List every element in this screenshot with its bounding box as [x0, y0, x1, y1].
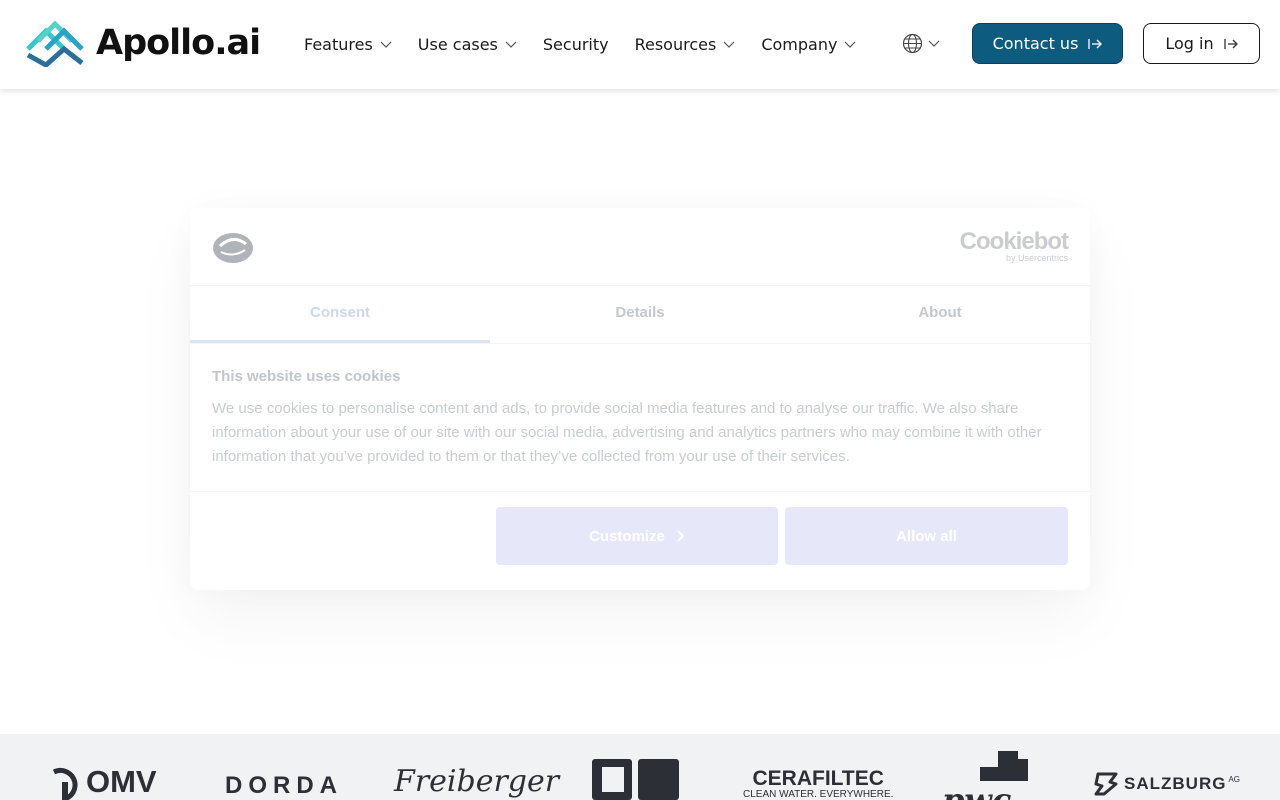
main-nav: Features Use cases Security Resources Co…	[304, 0, 882, 89]
chevron-down-icon	[723, 41, 735, 48]
chevron-down-icon	[380, 41, 392, 48]
globe-icon	[902, 33, 923, 54]
tab-consent[interactable]: Consent	[190, 286, 490, 343]
dialog-footer: Customize Allow all	[190, 492, 1090, 588]
nav-label: Security	[542, 35, 609, 54]
logo-dorda: DORDA	[225, 772, 343, 799]
chevron-down-icon	[928, 40, 940, 47]
dialog-body: This website uses cookies We use cookies…	[190, 344, 1090, 492]
cookiebot-name: Cookiebot	[959, 228, 1069, 255]
cookiebot-brand[interactable]: Cookiebot by Usercentrics	[959, 228, 1069, 264]
logo-cerafiltec: CERAFILTEC CLEAN WATER. EVERYWHERE.	[743, 767, 894, 800]
customize-label: Customize	[589, 527, 665, 545]
logo-freiberger: Freiberger	[394, 764, 560, 799]
cookie-consent-dialog: Cookiebot by Usercentrics Consent Detail…	[190, 208, 1090, 590]
dialog-title: This website uses cookies	[212, 368, 401, 385]
chevron-down-icon	[505, 41, 517, 48]
apollo-logo-icon	[26, 20, 84, 67]
tab-about[interactable]: About	[790, 286, 1090, 343]
nav-resources[interactable]: Resources	[635, 35, 736, 54]
nav-label: Features	[304, 35, 373, 54]
chevron-down-icon	[845, 41, 856, 48]
customize-button[interactable]: Customize	[496, 507, 778, 565]
omv-text: OMV	[86, 764, 157, 799]
contact-us-label: Contact us	[992, 34, 1079, 53]
salzburg-mark-icon	[1094, 772, 1118, 796]
nav-company[interactable]: Company	[761, 35, 856, 54]
contact-us-button[interactable]: Contact us	[972, 23, 1123, 64]
language-selector[interactable]	[902, 33, 940, 54]
dialog-tabs: Consent Details About	[190, 286, 1090, 344]
dialog-text: We use cookies to personalise content an…	[212, 400, 1042, 465]
omv-mark-icon	[52, 767, 78, 800]
salzburg-ag-text: AG	[1228, 774, 1241, 784]
ccd-mark-icon	[592, 759, 679, 800]
salzburg-text: SALZBURG	[1124, 774, 1227, 793]
cerafiltec-name: CERAFILTEC	[752, 767, 884, 790]
cookie-logo-icon	[213, 233, 253, 263]
site-header: Apollo.ai Features Use cases Security Re…	[0, 0, 1280, 89]
chevron-right-icon	[677, 530, 685, 542]
cerafiltec-tagline: CLEAN WATER. EVERYWHERE.	[743, 789, 894, 800]
arrow-right-bar-icon	[1088, 38, 1103, 49]
logo-salzburg-ag: SALZBURG AG	[1094, 772, 1240, 796]
client-logos-strip: OMV DORDA Freiberger CERAFILTEC CLEAN WA…	[0, 734, 1280, 800]
nav-use-cases[interactable]: Use cases	[418, 35, 517, 54]
allow-all-button[interactable]: Allow all	[785, 507, 1068, 565]
brand-logo[interactable]: Apollo.ai	[26, 19, 261, 67]
brand-name: Apollo.ai	[96, 23, 261, 63]
dialog-header: Cookiebot by Usercentrics	[190, 208, 1090, 286]
logo-ccd	[592, 759, 679, 800]
login-label: Log in	[1165, 34, 1214, 53]
tab-details[interactable]: Details	[490, 286, 790, 343]
nav-label: Use cases	[417, 35, 498, 54]
login-arrow-icon	[1223, 38, 1238, 49]
nav-features[interactable]: Features	[304, 35, 392, 54]
nav-label: Company	[761, 35, 838, 54]
logo-omv: OMV	[50, 764, 157, 800]
login-button[interactable]: Log in	[1143, 23, 1260, 64]
nav-label: Resources	[634, 35, 717, 54]
nav-security[interactable]: Security	[543, 35, 609, 54]
logo-pwc: pwc	[940, 751, 1030, 800]
pwc-text: pwc	[942, 781, 1012, 800]
